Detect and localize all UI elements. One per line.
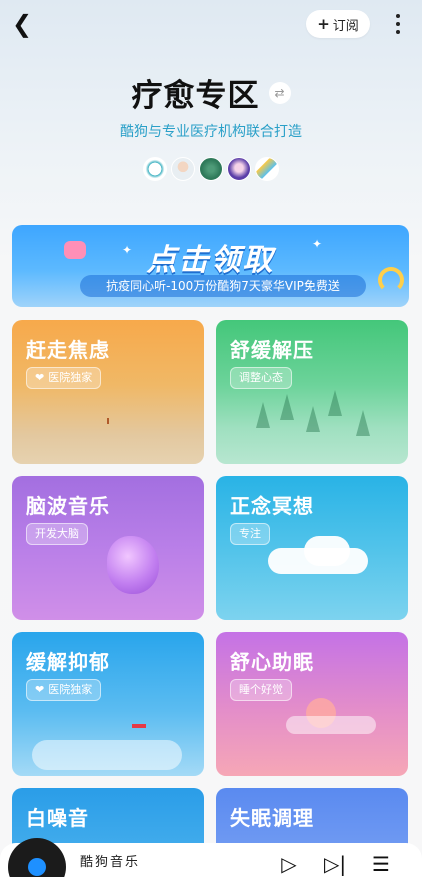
card-tag-label: 调整心态 <box>239 371 283 384</box>
tree-decoration <box>328 390 342 416</box>
partner-logos <box>143 157 279 181</box>
card-title: 脑波音乐 <box>26 494 110 518</box>
next-icon[interactable]: ▷| <box>322 852 348 876</box>
card-tag: ❤ 医院独家 <box>26 679 102 701</box>
figure-decoration <box>107 418 109 424</box>
partner-logo-3[interactable] <box>199 157 223 181</box>
card-tag: ❤ 医院独家 <box>26 367 102 389</box>
card-tag: 开发大脑 <box>26 523 88 545</box>
card-title: 舒心助眠 <box>230 650 314 674</box>
cloud-decoration <box>286 716 376 734</box>
top-bar: ❮ + 订阅 <box>0 0 422 50</box>
category-card-anxiety[interactable]: 赶走焦虑 ❤ 医院独家 <box>12 320 204 464</box>
card-tag: 睡个好觉 <box>230 679 292 701</box>
partner-logo-5[interactable] <box>255 157 279 181</box>
category-card-stress[interactable]: 舒缓解压 调整心态 <box>216 320 408 464</box>
partner-logo-4[interactable] <box>227 157 251 181</box>
card-tag-label: 医院独家 <box>48 371 93 384</box>
card-title: 失眠调理 <box>230 806 314 830</box>
cloud-decoration <box>304 536 350 566</box>
page-header: 疗愈专区 ⇄ <box>0 70 422 115</box>
playlist-icon[interactable]: ☰ <box>368 852 394 876</box>
play-icon[interactable]: ▷ <box>276 852 302 876</box>
page-subtitle: 酷狗与专业医疗机构联合打造 <box>120 124 302 140</box>
subscribe-button[interactable]: + 订阅 <box>306 10 370 38</box>
heart-icon: ❤ <box>35 371 45 384</box>
card-title: 缓解抑郁 <box>26 650 110 674</box>
kite-decoration <box>132 724 146 728</box>
card-title: 白噪音 <box>26 806 89 830</box>
promo-banner[interactable]: ✦ ✦ 点击领取 抗疫同心听-100万份酷狗7天豪华VIP免费送 <box>12 225 409 307</box>
partner-logo-1[interactable] <box>143 157 167 181</box>
tree-decoration <box>280 394 294 420</box>
card-tag-label: 专注 <box>239 527 261 540</box>
card-title: 舒缓解压 <box>230 338 314 362</box>
banner-title: 点击领取 <box>146 243 275 278</box>
card-title: 正念冥想 <box>230 494 314 518</box>
headphones-icon <box>378 267 404 293</box>
back-icon[interactable]: ❮ <box>8 10 36 38</box>
category-card-meditation[interactable]: 正念冥想 专注 <box>216 476 408 620</box>
tree-decoration <box>306 406 320 432</box>
card-tag-label: 睡个好觉 <box>239 683 283 696</box>
plus-icon: + <box>317 15 330 33</box>
card-tag-label: 医院独家 <box>48 683 93 696</box>
subscribe-label: 订阅 <box>332 18 359 34</box>
more-icon[interactable] <box>388 10 408 38</box>
category-card-depression[interactable]: 缓解抑郁 ❤ 医院独家 <box>12 632 204 776</box>
heart-icon: ❤ <box>35 683 45 696</box>
category-card-brainwave[interactable]: 脑波音乐 开发大脑 <box>12 476 204 620</box>
card-tag: 调整心态 <box>230 367 292 389</box>
banner-subtitle: 抗疫同心听-100万份酷狗7天豪华VIP免费送 <box>80 275 366 297</box>
cloud-decoration <box>32 740 182 770</box>
song-title: 酷狗音乐 <box>80 855 141 870</box>
partner-logo-2[interactable] <box>171 157 195 181</box>
card-title: 赶走焦虑 <box>26 338 110 362</box>
tree-decoration <box>256 402 270 428</box>
tree-decoration <box>356 410 370 436</box>
card-tag-label: 开发大脑 <box>35 527 79 540</box>
category-card-sleep[interactable]: 舒心助眠 睡个好觉 <box>216 632 408 776</box>
swap-icon[interactable]: ⇄ <box>268 81 291 104</box>
card-tag: 专注 <box>230 523 270 545</box>
brain-decoration <box>107 536 159 594</box>
page-title: 疗愈专区 <box>131 78 260 114</box>
